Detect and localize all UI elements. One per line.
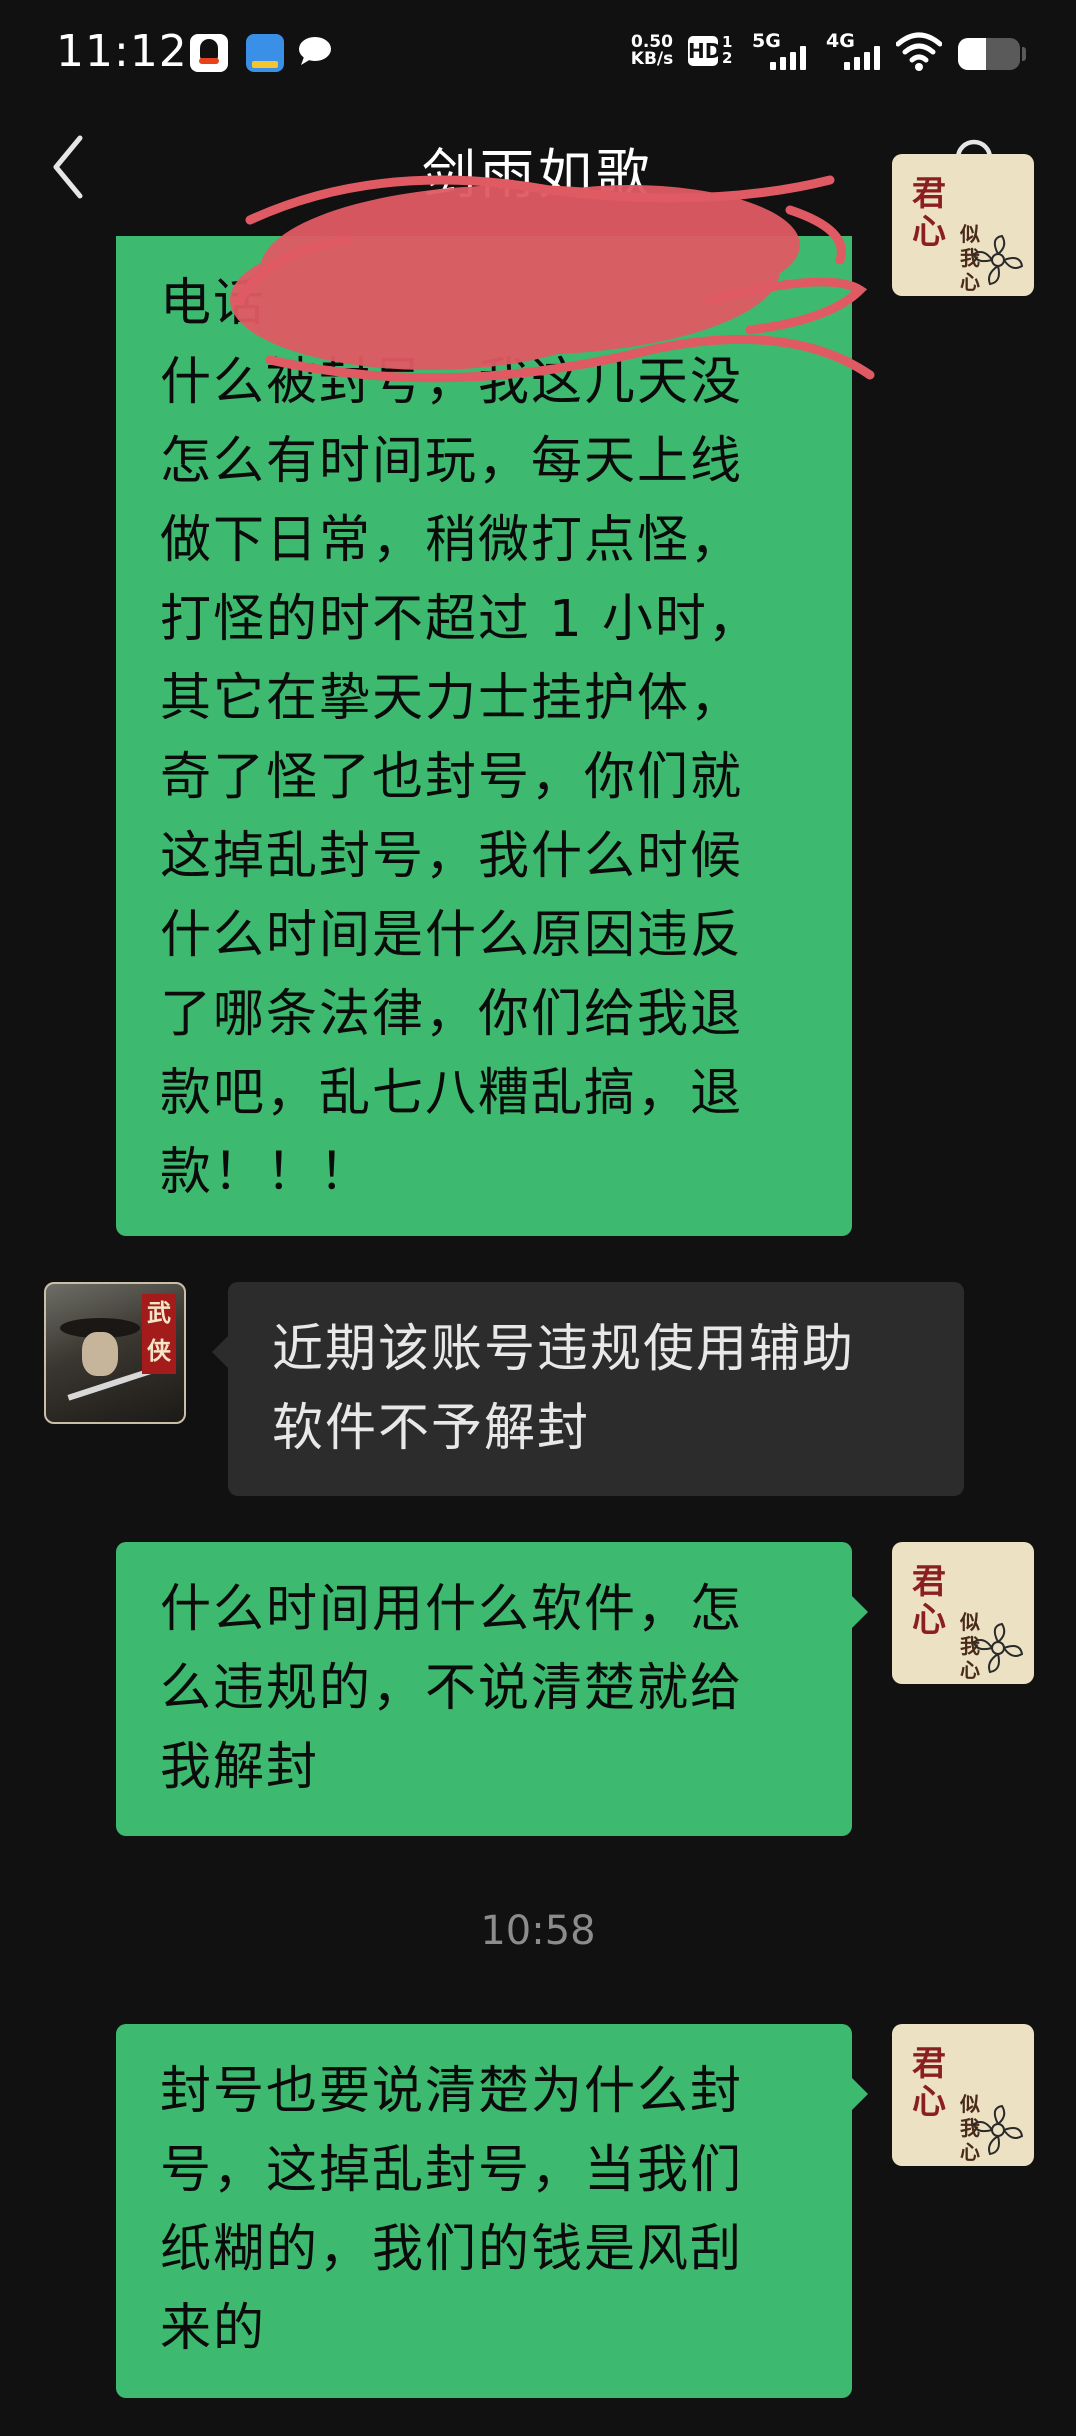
message-timestamp: 10:58 [480,1908,596,1954]
battery-fill [958,38,986,70]
avatar-char: 心 [912,212,946,252]
status-bar: 11:12 0.50 KB/s HD 1 2 5G 4G [0,0,1076,110]
flower-icon [972,2104,1024,2156]
avatar-badge-char: 武 [147,1298,171,1327]
hd-label: HD [688,36,721,66]
network-speed-unit: KB/s [630,49,674,69]
battery-tip [1022,47,1026,61]
hd-sub-top: 1 [722,33,733,51]
avatar-self[interactable]: 君 心 似 我 心 [892,2024,1034,2166]
message-bubble[interactable]: 电话 什么被封号，我这几天没 怎么有时间玩，每天上线 做下日常，稍微打点怪， 打… [116,236,852,1236]
message-bubble[interactable]: 什么时间用什么软件，怎 么违规的，不说清楚就给 我解封 [116,1542,852,1836]
5g-signal-icon [770,46,810,70]
bubble-tail [852,1596,868,1628]
battery-icon [958,38,1020,70]
qq-icon [190,34,228,72]
game-app-icon [246,34,284,72]
status-time: 11:12 [56,26,188,77]
message-bubble[interactable]: 近期该账号违规使用辅助 软件不予解封 [228,1282,964,1496]
avatar-badge: 武 侠 [142,1294,176,1374]
avatar-self[interactable]: 君 心 似 我 心 [892,1542,1034,1684]
hd-sub: 1 2 [722,34,732,66]
avatar-self[interactable]: 君 心 似 我 心 [892,154,1034,296]
flower-icon [972,234,1024,286]
wifi-icon [896,32,942,71]
avatar-face [82,1332,118,1376]
chat-bubble-icon [299,37,331,65]
avatar-char: 心 [912,1600,946,1640]
hd-voice-icon: HD 1 2 [688,34,738,68]
message-bubble[interactable]: 封号也要说清楚为什么封 号，这掉乱封号，当我们 纸糊的，我们的钱是风刮 来的 [116,2024,852,2398]
avatar-badge-char: 侠 [147,1336,171,1365]
hd-sub-bottom: 2 [722,49,733,67]
avatar-other[interactable]: 武 侠 [44,1282,186,1424]
avatar-char: 心 [912,2082,946,2122]
4g-signal-icon [844,46,884,70]
flower-icon [972,1622,1024,1674]
network-speed: 0.50 KB/s [626,34,678,68]
bubble-tail [852,2078,868,2110]
bubble-tail [212,1336,228,1368]
